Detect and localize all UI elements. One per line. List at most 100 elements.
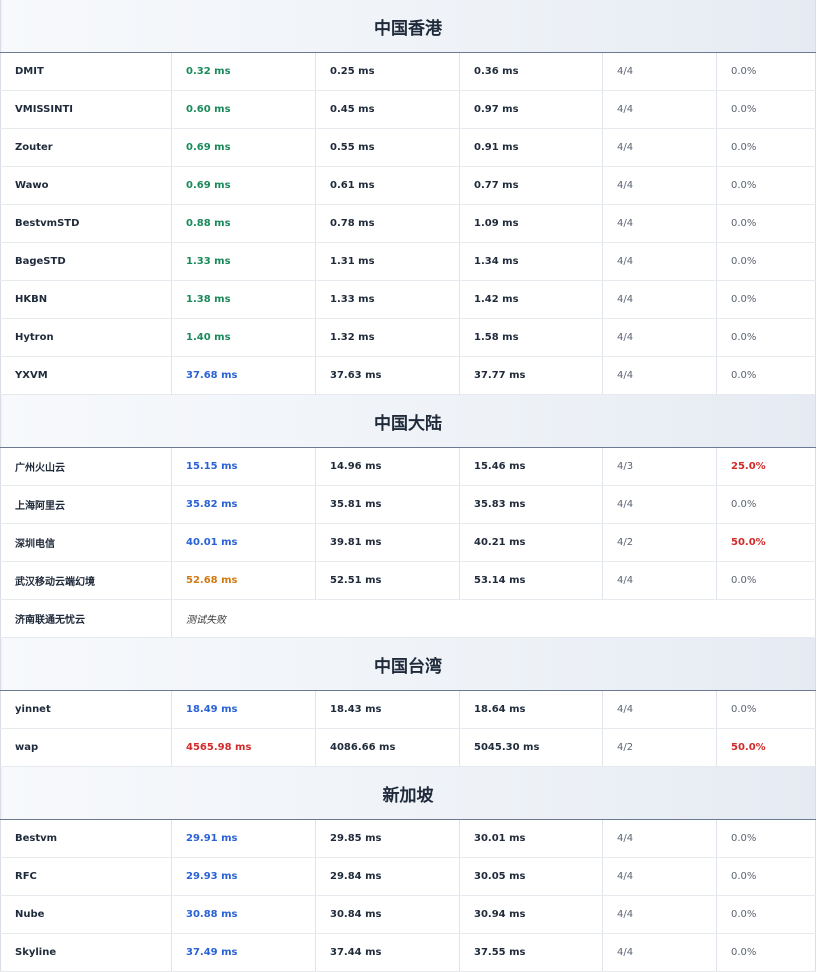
min-latency: 39.81 ms [315,523,460,562]
min-latency: 0.55 ms [315,128,460,167]
packet-count: 4/4 [602,52,717,91]
min-latency: 29.84 ms [315,857,460,896]
max-latency: 1.09 ms [459,204,603,243]
max-latency: 1.42 ms [459,280,603,319]
region-title: 中国台湾 [0,637,816,691]
region-header: 中国香港 [0,0,816,53]
packet-loss: 0.0% [716,166,816,205]
avg-latency: 1.33 ms [171,242,316,281]
table-row: wap 4565.98 ms 4086.66 ms 5045.30 ms 4/2 50.0… [0,728,816,767]
region-title: 中国大陆 [0,394,816,448]
node-name: DMIT [0,52,172,91]
latency-table-body: 中国香港 DMIT 0.32 ms 0.25 ms 0.36 ms 4/4 0.0% VMIS… [0,0,816,972]
avg-latency: 40.01 ms [171,523,316,562]
max-latency: 40.21 ms [459,523,603,562]
packet-loss: 0.0% [716,933,816,972]
packet-loss: 0.0% [716,128,816,167]
min-latency: 4086.66 ms [315,728,460,767]
node-name: 广州火山云 [0,447,172,486]
node-name: Bestvm [0,819,172,858]
table-row: Zouter 0.69 ms 0.55 ms 0.91 ms 4/4 0.0% [0,128,816,167]
packet-count: 4/4 [602,561,717,600]
table-row: 上海阿里云 35.82 ms 35.81 ms 35.83 ms 4/4 0.0% [0,485,816,524]
packet-count: 4/2 [602,523,717,562]
max-latency: 37.77 ms [459,356,603,395]
avg-latency: 0.69 ms [171,128,316,167]
packet-count: 4/4 [602,318,717,357]
avg-latency: 0.69 ms [171,166,316,205]
avg-latency: 29.93 ms [171,857,316,896]
avg-latency: 35.82 ms [171,485,316,524]
packet-loss: 0.0% [716,485,816,524]
max-latency: 30.94 ms [459,895,603,934]
min-latency: 1.31 ms [315,242,460,281]
node-name: Wawo [0,166,172,205]
max-latency: 18.64 ms [459,690,603,729]
min-latency: 0.61 ms [315,166,460,205]
packet-loss: 0.0% [716,90,816,129]
min-latency: 1.32 ms [315,318,460,357]
table-row: 济南联通无忧云 测试失败 [0,599,816,638]
max-latency: 30.05 ms [459,857,603,896]
min-latency: 1.33 ms [315,280,460,319]
min-latency: 37.63 ms [315,356,460,395]
packet-count: 4/2 [602,728,717,767]
node-name: 上海阿里云 [0,485,172,524]
packet-count: 4/4 [602,895,717,934]
region-header: 中国台湾 [0,637,816,691]
max-latency: 30.01 ms [459,819,603,858]
node-name: wap [0,728,172,767]
min-latency: 52.51 ms [315,561,460,600]
packet-loss: 0.0% [716,895,816,934]
node-name: BestvmSTD [0,204,172,243]
min-latency: 35.81 ms [315,485,460,524]
min-latency: 18.43 ms [315,690,460,729]
node-name: Hytron [0,318,172,357]
avg-latency: 15.15 ms [171,447,316,486]
packet-count: 4/4 [602,280,717,319]
min-latency: 0.25 ms [315,52,460,91]
table-row: 武汉移动云端幻境 52.68 ms 52.51 ms 53.14 ms 4/4 0.0% [0,561,816,600]
table-row: BageSTD 1.33 ms 1.31 ms 1.34 ms 4/4 0.0% [0,242,816,281]
packet-loss: 0.0% [716,857,816,896]
table-row: HKBN 1.38 ms 1.33 ms 1.42 ms 4/4 0.0% [0,280,816,319]
table-row: YXVM 37.68 ms 37.63 ms 37.77 ms 4/4 0.0% [0,356,816,395]
max-latency: 35.83 ms [459,485,603,524]
packet-loss: 0.0% [716,242,816,281]
max-latency: 0.77 ms [459,166,603,205]
packet-count: 4/4 [602,485,717,524]
min-latency: 14.96 ms [315,447,460,486]
min-latency: 29.85 ms [315,819,460,858]
avg-latency: 1.38 ms [171,280,316,319]
packet-loss: 0.0% [716,819,816,858]
packet-count: 4/4 [602,204,717,243]
min-latency: 37.44 ms [315,933,460,972]
packet-count: 4/4 [602,90,717,129]
max-latency: 0.97 ms [459,90,603,129]
node-name: 济南联通无忧云 [0,599,172,638]
max-latency: 15.46 ms [459,447,603,486]
table-row: Nube 30.88 ms 30.84 ms 30.94 ms 4/4 0.0% [0,895,816,934]
avg-latency: 18.49 ms [171,690,316,729]
max-latency: 1.58 ms [459,318,603,357]
packet-count: 4/4 [602,166,717,205]
avg-latency: 0.88 ms [171,204,316,243]
packet-count: 4/4 [602,128,717,167]
table-row: VMISSINTI 0.60 ms 0.45 ms 0.97 ms 4/4 0.0% [0,90,816,129]
test-failed-text: 测试失败 [171,599,816,638]
packet-count: 4/4 [602,690,717,729]
packet-count: 4/4 [602,356,717,395]
node-name: yinnet [0,690,172,729]
packet-loss: 0.0% [716,356,816,395]
region-title: 中国香港 [0,0,816,53]
avg-latency: 37.68 ms [171,356,316,395]
node-name: BageSTD [0,242,172,281]
packet-loss: 0.0% [716,318,816,357]
node-name: HKBN [0,280,172,319]
packet-loss: 50.0% [716,523,816,562]
min-latency: 0.78 ms [315,204,460,243]
node-name: Skyline [0,933,172,972]
packet-loss: 0.0% [716,561,816,600]
max-latency: 37.55 ms [459,933,603,972]
packet-count: 4/4 [602,819,717,858]
